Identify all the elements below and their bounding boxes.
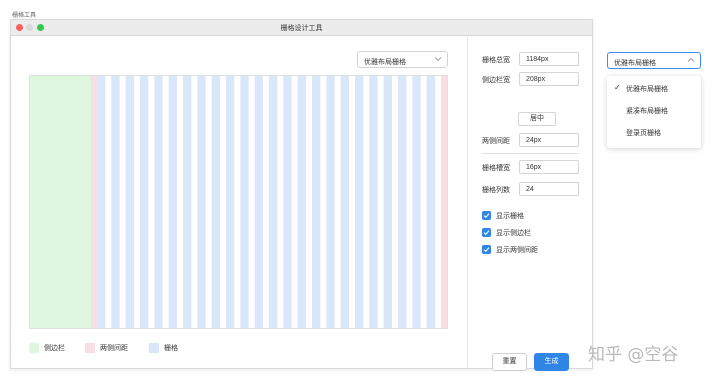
grid-column	[168, 76, 177, 328]
sidebar-width-label: 侧边栏宽	[482, 77, 510, 84]
show-side-spacing-checkbox[interactable]: 显示两侧间距	[482, 244, 538, 255]
settings-panel: 栅格总宽 侧边栏宽 居中 两侧间距 栅格槽宽 栅格列数 显示栅格 显示侧边栏	[467, 37, 592, 371]
grid-tool-window: 栅格设计工具 优雅布局栅格 侧边栏 两侧间距 栅格 栅格总宽 1184px 侧边…	[10, 19, 593, 371]
grid-column	[240, 76, 249, 328]
legend-item-sidebar: 侧边栏	[29, 343, 65, 353]
chevron-up-icon	[687, 57, 695, 62]
show-grid-checkbox[interactable]: 显示栅格	[482, 210, 524, 221]
chevron-down-icon	[434, 57, 442, 62]
legend-item-side-spacing: 两侧间距	[85, 343, 128, 353]
show-side-spacing-label: 显示两侧间距	[496, 246, 538, 254]
side-spacing-input[interactable]	[519, 133, 579, 147]
title-bar: 栅格设计工具	[11, 20, 592, 36]
grid-column	[97, 76, 106, 328]
legend-label-grid: 栅格	[164, 345, 178, 352]
dropdown-option-login[interactable]: 登录页栅格	[607, 124, 701, 140]
sidebar-area	[30, 76, 91, 328]
grid-column	[111, 76, 120, 328]
legend-label-side-spacing: 两侧间距	[100, 345, 128, 352]
checkbox-checked-icon	[482, 228, 491, 237]
grid-column	[297, 76, 306, 328]
layout-select-open[interactable]: 优雅布局栅格	[607, 52, 701, 69]
grid-column	[312, 76, 321, 328]
legend-label-sidebar: 侧边栏	[44, 345, 65, 352]
grid-column	[269, 76, 278, 328]
show-sidebar-checkbox[interactable]: 显示侧边栏	[482, 227, 531, 238]
grid-column	[326, 76, 335, 328]
layout-dropdown-menu: ✓ 优雅布局栅格 紧凑布局栅格 登录页栅格	[607, 76, 701, 148]
legend: 侧边栏 两侧间距 栅格	[29, 343, 329, 355]
divider	[482, 153, 579, 154]
grid-column	[412, 76, 421, 328]
preview-panel: 优雅布局栅格 侧边栏 两侧间距 栅格	[11, 37, 467, 368]
grid-column	[369, 76, 378, 328]
grid-column	[211, 76, 220, 328]
grid-column	[254, 76, 263, 328]
side-spacing-left	[91, 76, 97, 328]
watermark: 知乎 @空谷	[588, 345, 679, 365]
center-button[interactable]: 居中	[518, 112, 556, 126]
dropdown-option-elegant[interactable]: ✓ 优雅布局栅格	[607, 80, 701, 96]
grid-column	[197, 76, 206, 328]
checkbox-checked-icon	[482, 245, 491, 254]
side-spacing-label: 两侧间距	[482, 138, 510, 145]
grid-column	[383, 76, 392, 328]
show-sidebar-label: 显示侧边栏	[496, 229, 531, 237]
grid-column	[140, 76, 149, 328]
column-count-label: 栅格列数	[482, 187, 510, 194]
layout-select[interactable]: 优雅布局栅格	[357, 51, 448, 68]
side-spacing-right	[441, 76, 447, 328]
show-grid-label: 显示栅格	[496, 212, 524, 220]
layout-select-value: 优雅布局栅格	[364, 59, 406, 66]
grid-column	[340, 76, 349, 328]
legend-swatch-grid	[149, 343, 159, 353]
page-label: 栅格工具	[12, 13, 37, 19]
gutter-width-input[interactable]	[519, 160, 579, 174]
legend-item-grid: 栅格	[149, 343, 178, 353]
check-icon: ✓	[614, 83, 621, 92]
legend-swatch-side-spacing	[85, 343, 95, 353]
grid-column	[226, 76, 235, 328]
column-count-input[interactable]	[519, 182, 579, 196]
dropdown-option-compact[interactable]: 紧凑布局栅格	[607, 102, 701, 118]
grid-column	[355, 76, 364, 328]
dropdown-option-label: 紧凑布局栅格	[626, 108, 668, 115]
gutter-width-label: 栅格槽宽	[482, 165, 510, 172]
dropdown-option-label: 登录页栅格	[626, 130, 661, 137]
grid-preview-canvas	[30, 76, 447, 328]
sidebar-width-input[interactable]	[519, 72, 579, 86]
legend-swatch-sidebar	[29, 343, 39, 353]
grid-column	[125, 76, 134, 328]
layout-select-open-value: 优雅布局栅格	[614, 60, 656, 67]
grid-column	[426, 76, 435, 328]
grid-column	[283, 76, 292, 328]
window-title: 栅格设计工具	[280, 25, 323, 32]
grid-column	[183, 76, 192, 328]
reset-button[interactable]: 重置	[492, 353, 527, 371]
checkbox-checked-icon	[482, 211, 491, 220]
grid-column	[154, 76, 163, 328]
grid-preview	[29, 75, 448, 329]
dropdown-option-label: 优雅布局栅格	[626, 86, 668, 93]
grid-column	[398, 76, 407, 328]
total-width-label: 栅格总宽	[482, 57, 510, 64]
generate-button[interactable]: 生成	[534, 353, 569, 371]
total-width-input[interactable]	[519, 52, 579, 66]
